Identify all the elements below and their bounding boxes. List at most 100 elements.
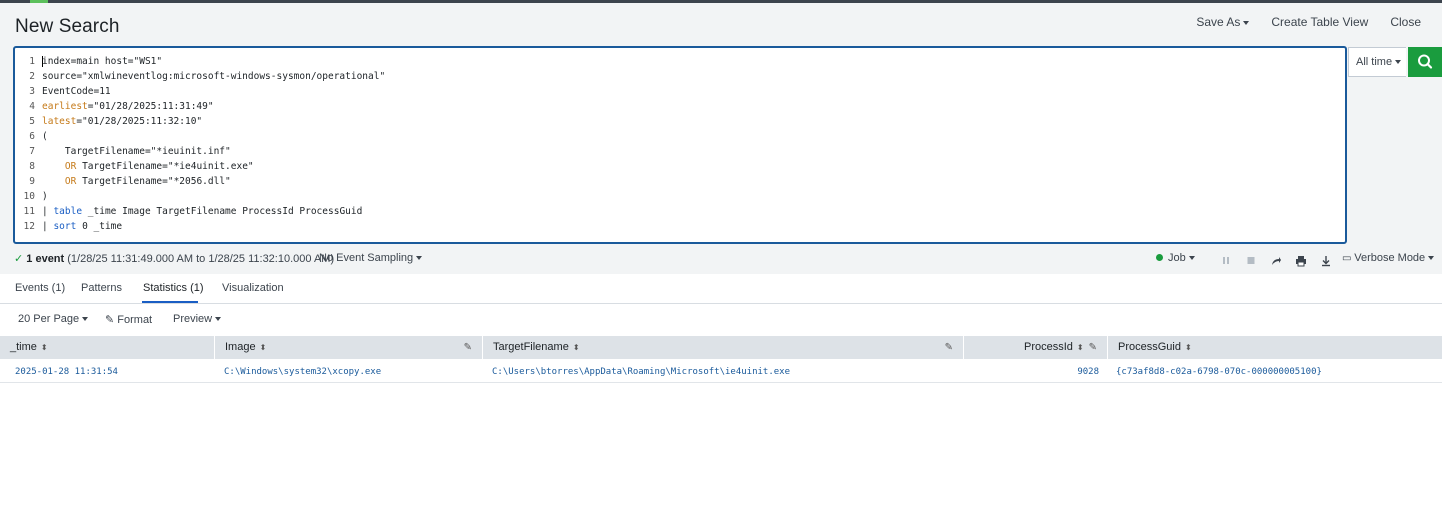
code-token: ) [42,191,48,202]
code-token: table [53,206,83,217]
code-line[interactable]: 7 TargetFilename="*ieuinit.inf" [15,144,231,159]
code-token: source="xmlwineventlog:microsoft-windows… [42,71,386,82]
code-token: latest [42,116,77,127]
create-table-view-button[interactable]: Create Table View [1260,15,1379,29]
code-line[interactable]: 2 source="xmlwineventlog:microsoft-window… [15,69,385,84]
search-icon [1418,54,1433,69]
header-actions: Save As Create Table View Close [1185,15,1432,29]
code-token: | [42,206,54,217]
active-tab-indicator [142,301,198,303]
save-as-button[interactable]: Save As [1185,15,1260,29]
preview-dropdown[interactable]: Preview [173,313,222,325]
code-token: TargetFilename="*ieuinit.inf" [42,146,231,157]
column-header-processid[interactable]: ProcessId ⬍ ✎ [964,336,1108,359]
job-status-icon [1156,254,1163,261]
tab-patterns[interactable]: Patterns [81,282,122,294]
code-line[interactable]: 8 OR TargetFilename="*ie4uinit.exe" [15,159,254,174]
code-token: ( [42,131,48,142]
line-number: 10 [23,191,35,202]
code-token: ="01/28/2025:11:31:49" [87,101,214,112]
pencil-icon: ✎ [105,314,115,326]
line-number: 4 [29,101,35,112]
per-page-dropdown[interactable]: 20 Per Page [18,313,89,325]
sort-icon: ⬍ [572,343,580,352]
stop-icon[interactable] [1238,250,1263,275]
line-number: 1 [29,56,35,67]
code-line[interactable]: 12 | sort 0 _time [15,219,123,234]
pencil-icon[interactable]: ✎ [1089,336,1097,359]
pencil-icon[interactable]: ✎ [945,336,953,359]
tab-statistics[interactable]: Statistics (1) [143,282,204,294]
time-range-picker[interactable]: All time [1348,47,1406,77]
code-token: sort [53,221,77,232]
check-icon: ✓ [14,253,24,265]
chevron-down-icon [82,317,89,322]
page-header: New Search Save As Create Table View Clo… [0,3,1442,45]
chevron-down-icon [1243,20,1250,25]
chevron-down-icon [1188,256,1195,261]
line-number: 5 [29,116,35,127]
tab-visualization[interactable]: Visualization [222,282,284,294]
sort-icon: ⬍ [40,343,48,352]
sort-icon: ⬍ [1184,343,1192,352]
code-token: | [42,221,54,232]
pencil-icon[interactable]: ✎ [464,336,472,359]
close-button[interactable]: Close [1379,15,1432,29]
code-token: 0 _time [76,221,123,232]
job-menu[interactable]: Job [1156,252,1195,264]
code-token: EventCode=11 [42,86,111,97]
code-line[interactable]: 3 EventCode=11 [15,84,111,99]
line-number: 7 [29,146,35,157]
code-token: TargetFilename="*ie4uinit.exe" [76,161,254,172]
mode-icon: ▭ [1342,253,1355,264]
chevron-down-icon [1428,256,1435,261]
column-header-processguid[interactable]: ProcessGuid ⬍ [1108,336,1442,359]
code-token: OR [64,161,77,172]
share-icon[interactable] [1263,250,1288,275]
column-header-time[interactable]: _time ⬍ [0,336,215,359]
sort-icon: ⬍ [259,343,267,352]
code-token: ="01/28/2025:11:32:10" [76,116,203,127]
line-number: 8 [29,161,35,172]
code-token: _time Image TargetFilename ProcessId Pro… [82,206,363,217]
cell-time[interactable]: 2025-01-28 11:31:54 [15,361,118,383]
column-header-image[interactable]: Image ⬍ ✎ [215,336,483,359]
chevron-down-icon [1395,60,1402,65]
line-number: 9 [29,176,35,187]
chevron-down-icon [215,317,222,322]
page-title: New Search [15,16,120,37]
code-line[interactable]: 10) [15,189,48,204]
code-line[interactable]: 4 earliest="01/28/2025:11:31:49" [15,99,214,114]
tab-events[interactable]: Events (1) [15,282,65,294]
sort-icon: ⬍ [1076,343,1084,352]
table-row: 2025-01-28 11:31:54 C:\Windows\system32\… [0,361,1442,383]
event-sampling-dropdown[interactable]: No Event Sampling [319,252,423,264]
code-line[interactable]: 11 | table _time Image TargetFilename Pro… [15,204,363,219]
cell-image[interactable]: C:\Windows\system32\xcopy.exe [224,361,381,383]
search-button[interactable] [1408,47,1442,77]
export-icon[interactable] [1313,250,1338,275]
code-line[interactable]: 1 index=main host="WS1" [15,54,162,69]
line-number: 3 [29,86,35,97]
code-line[interactable]: 9 OR TargetFilename="*2056.dll" [15,174,231,189]
pause-icon[interactable] [1213,250,1238,275]
format-button[interactable]: ✎ Format [105,313,152,326]
search-editor[interactable]: 1 index=main host="WS1" 2 source="xmlwineve… [13,46,1347,244]
code-token: TargetFilename="*2056.dll" [76,176,231,187]
cell-processid[interactable]: 9028 [964,361,1099,383]
line-number: 2 [29,71,35,82]
code-token: index=main host="WS1" [42,56,163,67]
code-line[interactable]: 5 latest="01/28/2025:11:32:10" [15,114,202,129]
cell-processguid[interactable]: {c73af8d8-c02a-6798-070c-000000005100} [1116,361,1322,383]
table-header: _time ⬍ Image ⬍ ✎ TargetFilename ⬍ ✎ ProcessI… [0,336,1442,359]
code-line[interactable]: 6( [15,129,48,144]
search-mode-dropdown[interactable]: ▭ Verbose Mode [1342,252,1435,264]
print-icon[interactable] [1288,250,1313,275]
cell-targetfilename[interactable]: C:\Users\btorres\AppData\Roaming\Microso… [492,361,790,383]
line-number: 6 [29,131,35,142]
column-header-targetfilename[interactable]: TargetFilename ⬍ ✎ [483,336,964,359]
results-tabs: Events (1) Patterns Statistics (1) Visua… [0,274,1442,304]
search-bar: 1 index=main host="WS1" 2 source="xmlwineve… [0,45,1442,250]
